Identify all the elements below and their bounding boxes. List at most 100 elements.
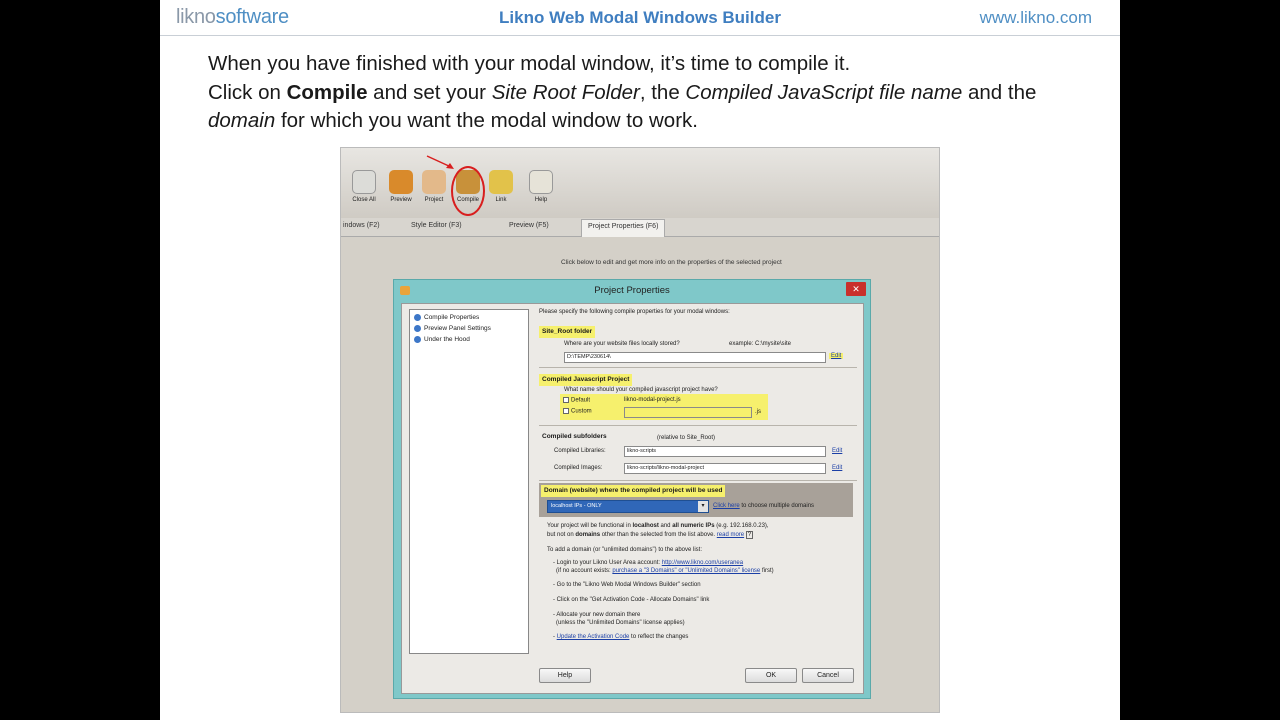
info-text: (e.g. 192.168.0.23), <box>714 523 769 529</box>
info-text: other than the selected from the list ab… <box>600 532 717 538</box>
site-root-edit-link[interactable]: Edit <box>829 353 844 359</box>
multi-domain-note: Click here to choose multiple domains <box>713 503 814 509</box>
compile-properties-panel: Please specify the following compile pro… <box>539 307 859 657</box>
header-title: Likno Web Modal Windows Builder <box>499 8 781 27</box>
red-circle-annotation <box>451 166 485 216</box>
tree-item-preview-panel-settings[interactable]: Preview Panel Settings <box>414 323 524 334</box>
help-question-icon[interactable]: ? <box>745 531 754 539</box>
libraries-input[interactable]: likno-scripts <box>624 446 826 457</box>
cancel-button[interactable]: Cancel <box>802 668 854 683</box>
divider <box>539 425 857 426</box>
chevron-down-icon: ▾ <box>698 501 708 512</box>
step-allocate-note: (unless the "Unlimited Domains" license … <box>556 620 685 626</box>
site-root-question: Where are your website files locally sto… <box>564 341 680 347</box>
images-input[interactable]: likno-scripts/likno-modal-project <box>624 463 826 474</box>
slide: liknosoftware Likno Web Modal Windows Bu… <box>160 0 1120 720</box>
intro-text-run: and the <box>962 80 1037 104</box>
info-bold: localhost <box>632 523 659 529</box>
compiled-js-heading: Compiled Javascript Project <box>539 374 633 386</box>
default-name-radio[interactable]: Default <box>563 397 590 404</box>
step-login: - Login to your Likno User Area account:… <box>553 560 743 566</box>
dialog-close-button[interactable]: ✕ <box>846 282 866 296</box>
panel-intro: Please specify the following compile pro… <box>539 309 730 315</box>
user-area-link[interactable]: http://www.likno.com/useranea <box>662 560 743 566</box>
red-arrow-annotation <box>426 155 454 169</box>
libraries-label: Compiled Libraries: <box>554 448 606 454</box>
tab-project-properties[interactable]: Project Properties (F6) <box>581 219 666 237</box>
embedded-screenshot: Close All Preview Project Compile Link H… <box>340 147 940 713</box>
step-update-code: - Update the Activation Code to reflect … <box>553 634 688 640</box>
divider <box>539 367 857 368</box>
info-text: and <box>658 523 673 529</box>
domain-select[interactable]: localhost IPs - ONLY ▾ <box>547 500 709 513</box>
step-text: (if no account exists: <box>556 568 613 574</box>
step-go-to-section: - Go to the "Likno Web Modal Windows Bui… <box>553 582 701 588</box>
click-here-link[interactable]: Click here <box>713 503 740 509</box>
toolbar-label: Close All <box>352 197 376 203</box>
intro-line-3: domain for which you want the modal wind… <box>208 107 1088 136</box>
tab-windows[interactable]: indows (F2) <box>343 222 380 229</box>
compiled-js-question: What name should your compiled javascrip… <box>564 387 718 393</box>
domain-info-line-1: Your project will be functional in local… <box>547 523 769 529</box>
toolbar-label: Project <box>424 197 444 203</box>
intro-compile-bold: Compile <box>286 80 368 104</box>
toolbar-label: Help <box>534 197 548 203</box>
radio-label: Custom <box>571 408 592 415</box>
properties-tree: Compile Properties Preview Panel Setting… <box>409 309 529 654</box>
gear-icon <box>414 324 421 332</box>
multi-domain-text: to choose multiple domains <box>739 503 815 509</box>
dialog-body: Compile Properties Preview Panel Setting… <box>401 303 864 694</box>
header-url: www.likno.com <box>979 8 1092 27</box>
intro-text-run: , the <box>639 80 686 104</box>
subfolders-note: (relative to Site_Root) <box>657 435 716 441</box>
js-extension: .js <box>755 409 761 415</box>
step-get-activation: - Click on the "Get Activation Code - Al… <box>553 597 710 603</box>
domain-info-line-2: but not on domains other than the select… <box>547 531 754 539</box>
tree-item-label: Under the Hood <box>424 336 470 343</box>
hint-text: Click below to edit and get more info on… <box>561 259 782 266</box>
tab-bar: indows (F2) Style Editor (F3) Preview (F… <box>341 218 939 237</box>
tab-style-editor[interactable]: Style Editor (F3) <box>411 222 462 229</box>
toolbar-preview-button[interactable]: Preview <box>384 170 418 203</box>
help-button[interactable]: Help <box>539 668 591 683</box>
domain-heading: Domain (website) where the compiled proj… <box>541 485 726 497</box>
libraries-edit-link[interactable]: Edit <box>832 448 842 454</box>
intro-text-run: Click on <box>208 80 287 104</box>
close-all-icon <box>352 170 376 194</box>
custom-name-input[interactable] <box>624 407 752 418</box>
divider <box>539 480 857 481</box>
intro-text: When you have finished with your modal w… <box>208 50 1088 136</box>
step-text: - Login to your Likno User Area account: <box>553 560 662 566</box>
info-text: Your project will be functional in <box>547 523 633 529</box>
gear-icon <box>414 335 421 343</box>
read-more-link[interactable]: read more <box>717 532 744 538</box>
tree-item-under-the-hood[interactable]: Under the Hood <box>414 334 524 345</box>
update-activation-link[interactable]: Update the Activation Code <box>557 634 630 640</box>
info-bold: all numeric IPs <box>672 523 715 529</box>
radio-label: Default <box>571 397 591 404</box>
default-name-value: likno-modal-project.js <box>624 397 681 403</box>
radio-button <box>563 397 569 403</box>
ok-button[interactable]: OK <box>745 668 797 683</box>
link-icon <box>489 170 513 194</box>
step-login-note: (if no account exists: purchase a "3 Dom… <box>556 568 774 574</box>
custom-name-radio[interactable]: Custom <box>563 408 592 415</box>
site-root-input[interactable]: D:\TEMP\230614\ <box>564 352 826 363</box>
toolbar-link-button[interactable]: Link <box>484 170 518 203</box>
tree-item-compile-properties[interactable]: Compile Properties <box>414 312 524 323</box>
preview-icon <box>389 170 413 194</box>
info-text: but not on <box>547 532 576 538</box>
step-text: first) <box>760 568 774 574</box>
toolbar-help-button[interactable]: Help <box>524 170 558 203</box>
intro-domain-italic: domain <box>208 109 276 132</box>
step-text: to reflect the changes <box>629 634 689 640</box>
toolbar-project-button[interactable]: Project <box>417 170 451 203</box>
help-icon <box>529 170 553 194</box>
slide-header: liknosoftware Likno Web Modal Windows Bu… <box>160 0 1120 36</box>
project-icon <box>422 170 446 194</box>
intro-text-run: and set your <box>367 80 492 104</box>
images-edit-link[interactable]: Edit <box>832 465 842 471</box>
purchase-license-link[interactable]: purchase a "3 Domains" or "Unlimited Dom… <box>612 568 760 574</box>
tab-preview[interactable]: Preview (F5) <box>509 222 549 229</box>
toolbar-close-all-button[interactable]: Close All <box>347 170 381 203</box>
